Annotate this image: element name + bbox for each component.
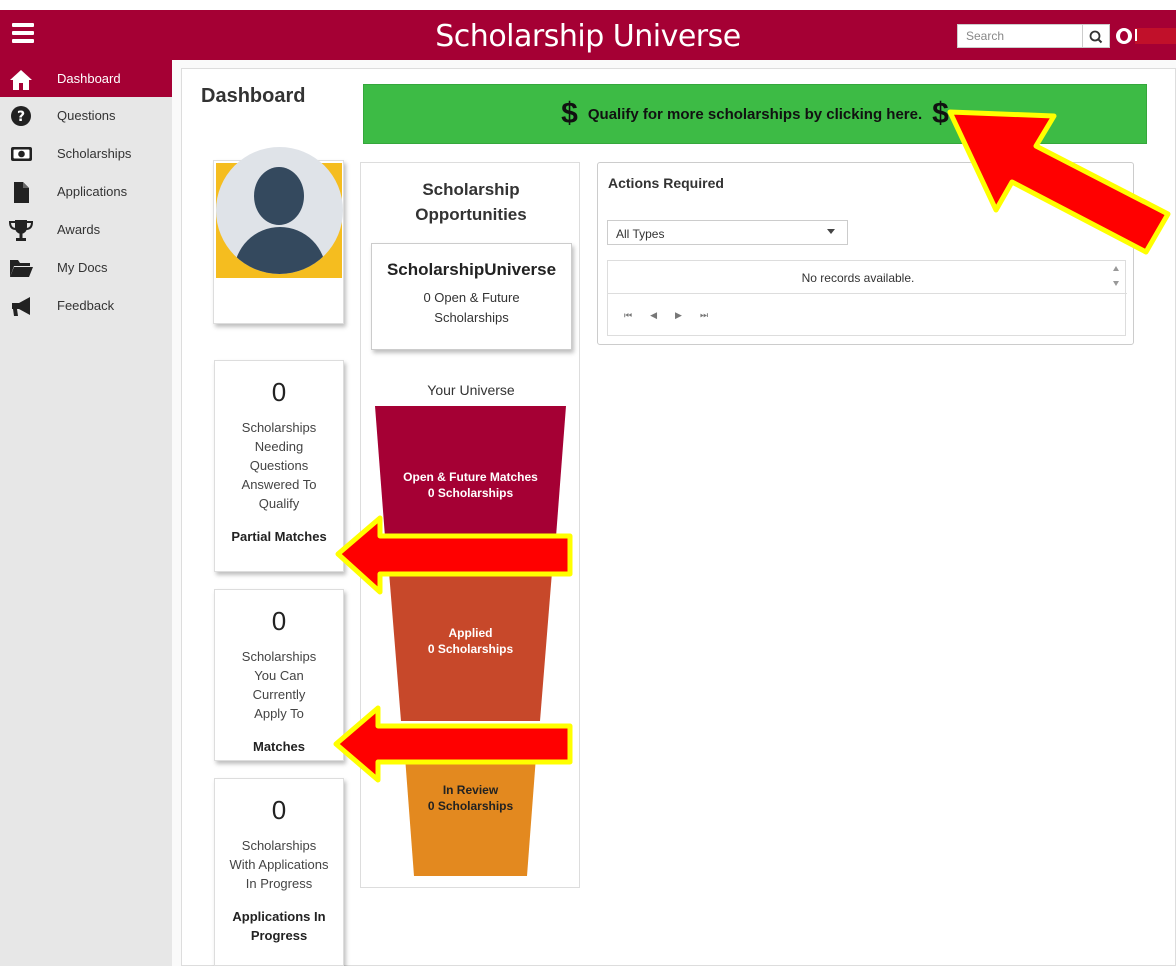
svg-text:?: ? [17, 109, 25, 125]
funnel-label-open-future: Open & Future Matches 0 Scholarships [373, 469, 568, 501]
search-input[interactable] [957, 24, 1083, 48]
top-bar: Scholarship Universe [0, 10, 1176, 60]
sidebar-item-label: Scholarships [57, 146, 132, 161]
type-filter-dropdown[interactable]: All Types [607, 220, 848, 245]
search-box [957, 24, 1110, 48]
user-menu[interactable] [1135, 28, 1176, 44]
search-icon [1089, 30, 1103, 44]
funnel-label-applied: Applied 0 Scholarships [373, 625, 568, 657]
universe-label: Your Universe [427, 382, 515, 398]
funnel-count: 0 Scholarships [427, 486, 514, 500]
stat-count: 0 [271, 795, 287, 825]
funnel: Open & Future Matches 0 Scholarships App… [373, 406, 568, 876]
sidebar-item-label: Feedback [57, 298, 115, 313]
stat-count: 0 [271, 606, 287, 636]
user-avatar-icon[interactable] [1116, 28, 1132, 44]
grid-pager: ⏮ ◀ ▶ ⏭ [624, 310, 708, 321]
profile-card[interactable] [213, 147, 344, 324]
document-icon [14, 182, 29, 203]
first-page-icon[interactable]: ⏮ [624, 310, 632, 321]
stat-title: Matches [252, 739, 306, 754]
trophy-icon [9, 220, 33, 241]
sidebar-item-label: My Docs [57, 260, 108, 275]
stat-description: Scholarships With Applications In Progre… [229, 838, 329, 891]
page-title: Dashboard [201, 85, 306, 107]
chevron-down-icon [827, 229, 835, 234]
megaphone-icon [12, 297, 30, 316]
stat-title: Partial Matches [231, 529, 327, 544]
sidebar-item-scholarships[interactable]: Scholarships [0, 135, 172, 172]
qualify-banner-text: Qualify for more scholarships by clickin… [587, 105, 923, 123]
last-page-icon[interactable]: ⏭ [700, 310, 708, 321]
stat-description: Scholarships Needing Questions Answered … [241, 420, 317, 511]
stat-title: Applications In Progress [232, 909, 326, 943]
sidebar: Dashboard ? Questions Scholarships Appli… [0, 60, 172, 966]
sidebar-item-label: Awards [57, 222, 101, 237]
sidebar-item-my-docs[interactable]: My Docs [0, 249, 172, 286]
money-icon [11, 147, 32, 161]
avatar-body-shape [234, 227, 326, 274]
actions-required-title: Actions Required [608, 175, 724, 191]
sidebar-item-feedback[interactable]: Feedback [0, 287, 172, 324]
annotation-arrow-partial-matches [335, 515, 573, 595]
funnel-count: 0 Scholarships [427, 642, 514, 656]
stat-count: 0 [271, 377, 287, 407]
stat-card-partial-matches[interactable]: 0 Scholarships Needing Questions Answere… [214, 360, 344, 572]
stat-description: Scholarships You Can Currently Apply To [241, 649, 317, 721]
sidebar-item-label: Questions [57, 108, 116, 123]
funnel-count: 0 Scholarships [427, 799, 514, 813]
sidebar-item-dashboard[interactable]: Dashboard [0, 60, 172, 97]
opportunities-title: Scholarship Opportunities [415, 180, 527, 224]
funnel-label: Applied [448, 626, 493, 640]
sidebar-item-applications[interactable]: Applications [0, 173, 172, 210]
stat-card-applications-in-progress[interactable]: 0 Scholarships With Applications In Prog… [214, 778, 344, 966]
avatar-head-shape [254, 167, 304, 225]
folder-icon [10, 260, 33, 277]
search-button[interactable] [1083, 24, 1110, 48]
stat-card-matches[interactable]: 0 Scholarships You Can Currently Apply T… [214, 589, 344, 761]
provider-count: 0 Open & Future Scholarships [423, 290, 520, 325]
type-filter-value: All Types [616, 227, 665, 241]
annotation-arrow-matches [333, 705, 573, 783]
question-icon: ? [11, 106, 31, 126]
funnel-label: Open & Future Matches [403, 470, 538, 484]
provider-name: ScholarshipUniverse [386, 260, 557, 279]
next-page-icon[interactable]: ▶ [675, 310, 682, 321]
provider-card[interactable]: ScholarshipUniverse 0 Open & Future Scho… [371, 243, 572, 350]
home-icon [10, 70, 32, 90]
sidebar-item-label: Dashboard [57, 71, 121, 86]
sidebar-item-label: Applications [57, 184, 128, 199]
avatar [216, 147, 343, 274]
sidebar-item-questions[interactable]: ? Questions [0, 97, 172, 134]
dollar-icon: $ [561, 97, 578, 130]
annotation-arrow-banner [947, 109, 1171, 255]
sidebar-item-awards[interactable]: Awards [0, 211, 172, 248]
previous-page-icon[interactable]: ◀ [650, 310, 657, 321]
